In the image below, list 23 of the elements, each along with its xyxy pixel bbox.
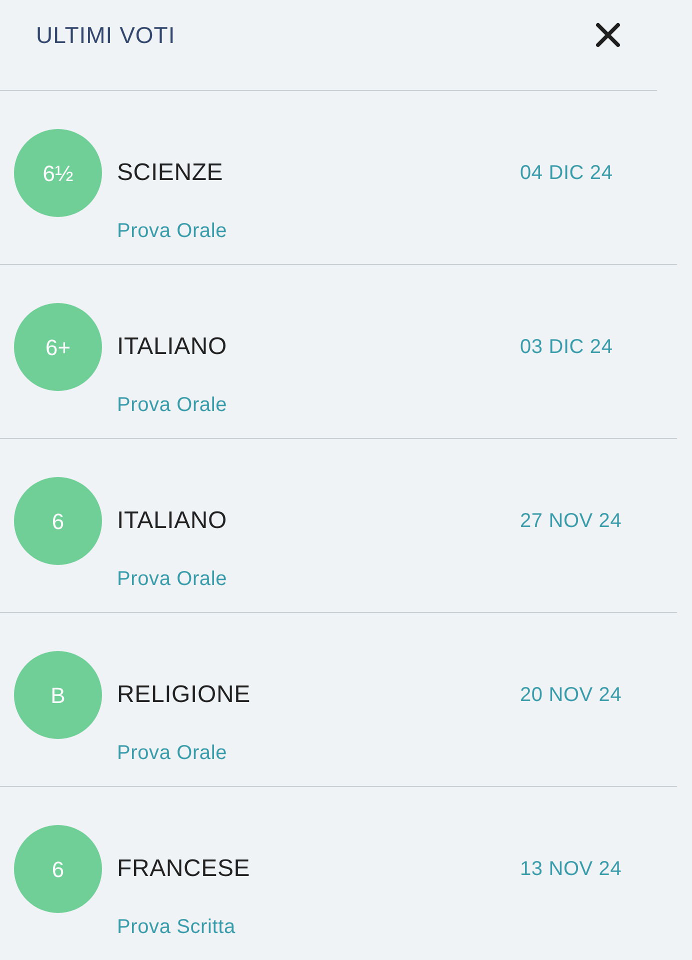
grade-badge: 6 (14, 477, 102, 565)
close-icon (595, 22, 621, 48)
grade-date: 27 NOV 24 (520, 509, 622, 534)
subject-name: ITALIANO (117, 332, 228, 362)
test-type: Prova Scritta (117, 915, 236, 940)
grade-badge: 6+ (14, 303, 102, 391)
grade-date: 03 DIC 24 (520, 335, 613, 360)
grade-date: 13 NOV 24 (520, 857, 622, 882)
subject-name: RELIGIONE (117, 680, 252, 710)
test-type: Prova Orale (117, 567, 228, 592)
test-type: Prova Orale (117, 393, 228, 418)
panel-title: ULTIMI VOTI (36, 20, 176, 50)
grade-badge: 6½ (14, 129, 102, 217)
subject-name: FRANCESE (117, 854, 252, 884)
test-type: Prova Orale (117, 219, 228, 244)
grade-date: 20 NOV 24 (520, 683, 622, 708)
grade-date: 04 DIC 24 (520, 161, 613, 186)
subject-name: SCIENZE (117, 158, 224, 188)
test-type: Prova Orale (117, 741, 228, 766)
subject-name: ITALIANO (117, 506, 228, 536)
close-button[interactable] (593, 20, 623, 50)
grade-badge: B (14, 651, 102, 739)
grade-badge: 6 (14, 825, 102, 913)
